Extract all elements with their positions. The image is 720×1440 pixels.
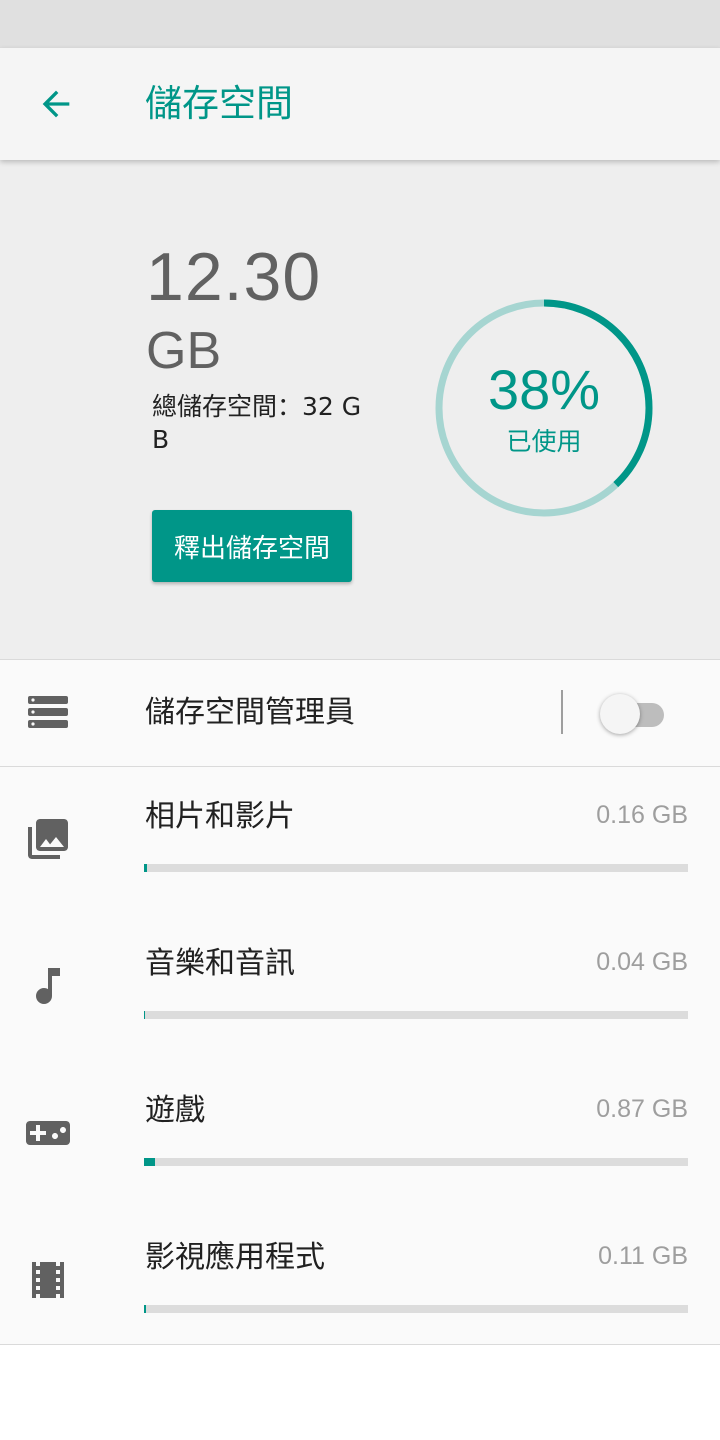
used-percent: 38% [487,358,601,421]
category-label: 影視應用程式 [145,1240,325,1275]
category-size: 0.16 GB [596,801,688,829]
category-label: 相片和影片 [145,799,295,834]
category-label: 音樂和音訊 [145,946,295,981]
app-bar: 儲存空間 [0,48,720,160]
category-photos-videos[interactable]: 相片和影片 0.16 GB [0,767,720,914]
storage-manager-row[interactable]: 儲存空間管理員 [0,660,720,767]
category-movie-apps[interactable]: 影視應用程式 0.11 GB [0,1208,720,1355]
category-label: 遊戲 [145,1093,205,1128]
back-button[interactable] [20,68,92,140]
storage-summary: 12.30 GB 總儲存空間：32 GB 釋出儲存空間 38% 已使用 [0,160,720,660]
storage-manager-toggle[interactable] [598,694,670,734]
category-usage-bar [144,864,688,872]
storage-stack-icon [28,696,68,728]
category-size: 0.87 GB [596,1095,688,1123]
page-title: 儲存空間 [145,82,293,125]
category-music-audio[interactable]: 音樂和音訊 0.04 GB [0,914,720,1061]
free-up-space-button[interactable]: 釋出儲存空間 [152,510,352,582]
used-storage-unit: GB [146,322,222,380]
arrow-back-icon [42,90,70,118]
category-size: 0.04 GB [596,948,688,976]
movie-icon [32,1262,64,1298]
category-usage-bar [144,1011,688,1019]
vertical-divider [561,690,563,734]
toggle-thumb [600,694,640,734]
category-usage-bar [144,1305,688,1313]
category-usage-fill [144,864,147,872]
category-list: 相片和影片 0.16 GB 音樂和音訊 0.04 GB 遊戲 0.87 GB 影… [0,767,720,1345]
used-label: 已使用 [506,427,582,456]
status-bar [0,0,720,48]
used-storage-value: 12.30 [146,239,322,315]
total-storage-text: 總儲存空間：32 GB [152,392,362,454]
category-usage-fill [144,1158,155,1166]
category-usage-bar [144,1158,688,1166]
category-usage-fill [144,1305,146,1313]
category-games[interactable]: 遊戲 0.87 GB [0,1061,720,1208]
category-size: 0.11 GB [598,1242,688,1270]
storage-manager-label: 儲存空間管理員 [145,695,355,730]
music-note-icon [36,968,60,1004]
category-usage-fill [144,1011,145,1019]
gamepad-icon [26,1121,70,1145]
photo-library-icon [28,819,68,859]
